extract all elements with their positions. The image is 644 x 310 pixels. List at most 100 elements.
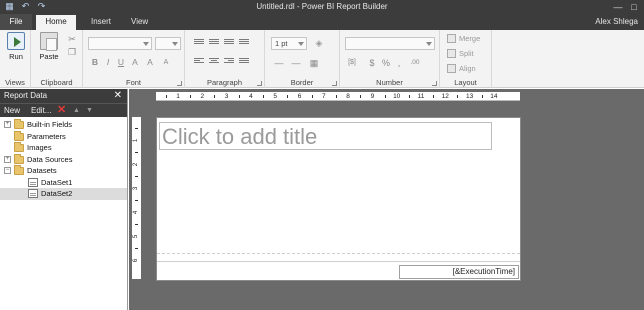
cut-icon[interactable]: ✂ bbox=[67, 34, 77, 44]
bullets-icon[interactable] bbox=[239, 39, 249, 48]
tree-item-label: DataSet1 bbox=[41, 177, 73, 187]
tree-item[interactable]: Images bbox=[0, 142, 127, 154]
move-down-icon[interactable]: ▼ bbox=[86, 104, 93, 117]
align-top-icon[interactable] bbox=[194, 39, 204, 48]
border-width-value: 1 pt bbox=[275, 39, 288, 48]
align-bottom-icon[interactable] bbox=[224, 39, 234, 48]
bold-button[interactable]: B bbox=[90, 57, 100, 68]
shrink-font-icon[interactable]: A bbox=[161, 57, 171, 68]
design-surface: 1 2 3 4 5 6 7 8 9 10 11 12 13 14 123456 Click to add … bbox=[129, 89, 644, 310]
ruler-number: 1 bbox=[176, 93, 180, 100]
folder-icon bbox=[14, 153, 24, 164]
folder-icon bbox=[14, 165, 24, 175]
line-color-icon[interactable]: ― bbox=[291, 58, 301, 68]
expand-icon[interactable]: + bbox=[4, 155, 11, 163]
move-up-icon[interactable]: ▲ bbox=[73, 104, 80, 117]
tree-item[interactable]: − Datasets bbox=[0, 165, 127, 177]
tab-home[interactable]: Home bbox=[36, 15, 76, 30]
close-icon[interactable]: ✕ bbox=[114, 89, 122, 103]
split-cells-button[interactable]: Split bbox=[447, 49, 474, 58]
border-group: 1 pt ◈ — ― ▦ Border bbox=[265, 30, 340, 88]
tab-view[interactable]: View bbox=[122, 15, 157, 30]
clipboard-group: Paste ✂ ❐ Clipboard bbox=[31, 30, 83, 88]
comma-style-icon[interactable]: , bbox=[394, 58, 404, 68]
grow-font-icon[interactable]: A bbox=[145, 57, 155, 68]
align-center-icon[interactable] bbox=[209, 58, 219, 67]
delete-icon[interactable]: ✕ bbox=[57, 104, 66, 117]
folder-icon bbox=[14, 142, 24, 152]
ruler-tick bbox=[190, 95, 192, 98]
maximize-icon[interactable]: □ bbox=[626, 0, 642, 13]
report-body-boundary bbox=[157, 253, 520, 254]
font-size-dropdown[interactable] bbox=[155, 37, 181, 50]
line-style-icon[interactable]: — bbox=[274, 58, 284, 68]
ruler-number: 13 bbox=[465, 93, 474, 100]
report-page[interactable]: Click to add title [&ExecutionTime] bbox=[156, 117, 521, 281]
font-family-dropdown[interactable] bbox=[88, 37, 152, 50]
ruler-tick bbox=[135, 152, 138, 153]
tab-file[interactable]: File bbox=[0, 14, 32, 30]
ruler-number: 1 bbox=[133, 138, 139, 143]
border-width-dropdown[interactable]: 1 pt bbox=[271, 37, 307, 50]
italic-button[interactable]: I bbox=[103, 57, 113, 68]
user-name[interactable]: Alex Shlega bbox=[595, 17, 638, 26]
ruler-tick bbox=[384, 95, 386, 98]
tree-item-label: Datasets bbox=[27, 166, 57, 175]
align-middle-icon[interactable] bbox=[209, 39, 219, 48]
new-button[interactable]: New bbox=[4, 104, 20, 117]
report-data-tree: + Built-in Fields Parameters Images + Data So… bbox=[0, 119, 127, 200]
horizontal-ruler: 1 2 3 4 5 6 7 8 9 10 11 12 13 14 bbox=[156, 92, 520, 101]
minimize-icon[interactable]: — bbox=[610, 0, 626, 13]
edit-button[interactable]: Edit... bbox=[31, 104, 51, 117]
tree-item[interactable]: DataSet1 bbox=[0, 177, 127, 189]
merge-cells-button[interactable]: Merge bbox=[447, 34, 480, 43]
tree-item[interactable]: + Data Sources bbox=[0, 153, 127, 166]
underline-button[interactable]: U bbox=[116, 57, 126, 68]
align-menu-button[interactable]: Align bbox=[447, 64, 476, 73]
tree-item-label: Built-in Fields bbox=[27, 120, 73, 129]
align-right-icon[interactable] bbox=[224, 58, 234, 67]
tree-item[interactable]: DataSet2 bbox=[0, 188, 127, 200]
execution-time-textbox[interactable]: [&ExecutionTime] bbox=[399, 265, 519, 279]
ruler-tick bbox=[311, 95, 313, 98]
ruler-tick bbox=[408, 95, 410, 98]
run-button[interactable]: Run bbox=[2, 32, 30, 61]
borders-icon[interactable]: ▦ bbox=[309, 58, 319, 68]
ruler-number: 11 bbox=[417, 93, 425, 100]
views-group-label: Views bbox=[5, 78, 25, 87]
expand-icon[interactable]: + bbox=[4, 121, 11, 128]
ribbon: Run Views Paste ✂ ❐ Clipboard B I U A A … bbox=[0, 30, 644, 88]
tree-item[interactable]: Parameters bbox=[0, 130, 127, 143]
copy-icon[interactable]: ❐ bbox=[67, 47, 77, 57]
ruler-number: 10 bbox=[393, 93, 401, 100]
font-color-icon[interactable]: A bbox=[130, 57, 140, 68]
border-dialog-launcher[interactable] bbox=[332, 81, 337, 86]
tree-item[interactable]: + Built-in Fields bbox=[0, 119, 127, 131]
number-dialog-launcher[interactable] bbox=[432, 81, 437, 86]
tab-insert[interactable]: Insert bbox=[82, 15, 120, 30]
indent-icon[interactable] bbox=[239, 58, 249, 67]
placeholder-style-icon[interactable]: [$] bbox=[347, 58, 357, 68]
font-dialog-launcher[interactable] bbox=[177, 81, 182, 86]
ruler-number: 3 bbox=[224, 93, 229, 100]
paint-bucket-icon[interactable]: ◈ bbox=[314, 38, 324, 48]
decrease-decimal-button[interactable]: .00 bbox=[407, 58, 423, 68]
ruler-tick bbox=[135, 224, 138, 225]
number-group-label: Number bbox=[376, 78, 403, 87]
clipboard-group-label: Clipboard bbox=[40, 78, 73, 87]
percent-button[interactable]: % bbox=[381, 58, 391, 68]
collapse-icon[interactable]: − bbox=[4, 167, 11, 174]
dataset-icon bbox=[28, 177, 38, 187]
dataset-icon bbox=[28, 189, 38, 198]
align-left-icon[interactable] bbox=[194, 58, 204, 67]
split-cells-icon bbox=[447, 49, 456, 58]
ruler-number: 12 bbox=[441, 93, 449, 100]
paragraph-dialog-launcher[interactable] bbox=[257, 81, 262, 86]
report-data-title: Report Data bbox=[4, 91, 48, 100]
currency-button[interactable]: $ bbox=[367, 58, 377, 68]
report-title-textbox[interactable]: Click to add title bbox=[159, 122, 492, 150]
ruler-tick bbox=[214, 95, 216, 98]
number-format-dropdown[interactable] bbox=[345, 37, 435, 50]
paste-button[interactable]: Paste bbox=[35, 32, 63, 61]
number-group: [$] $ % , .00 Number bbox=[340, 30, 440, 88]
